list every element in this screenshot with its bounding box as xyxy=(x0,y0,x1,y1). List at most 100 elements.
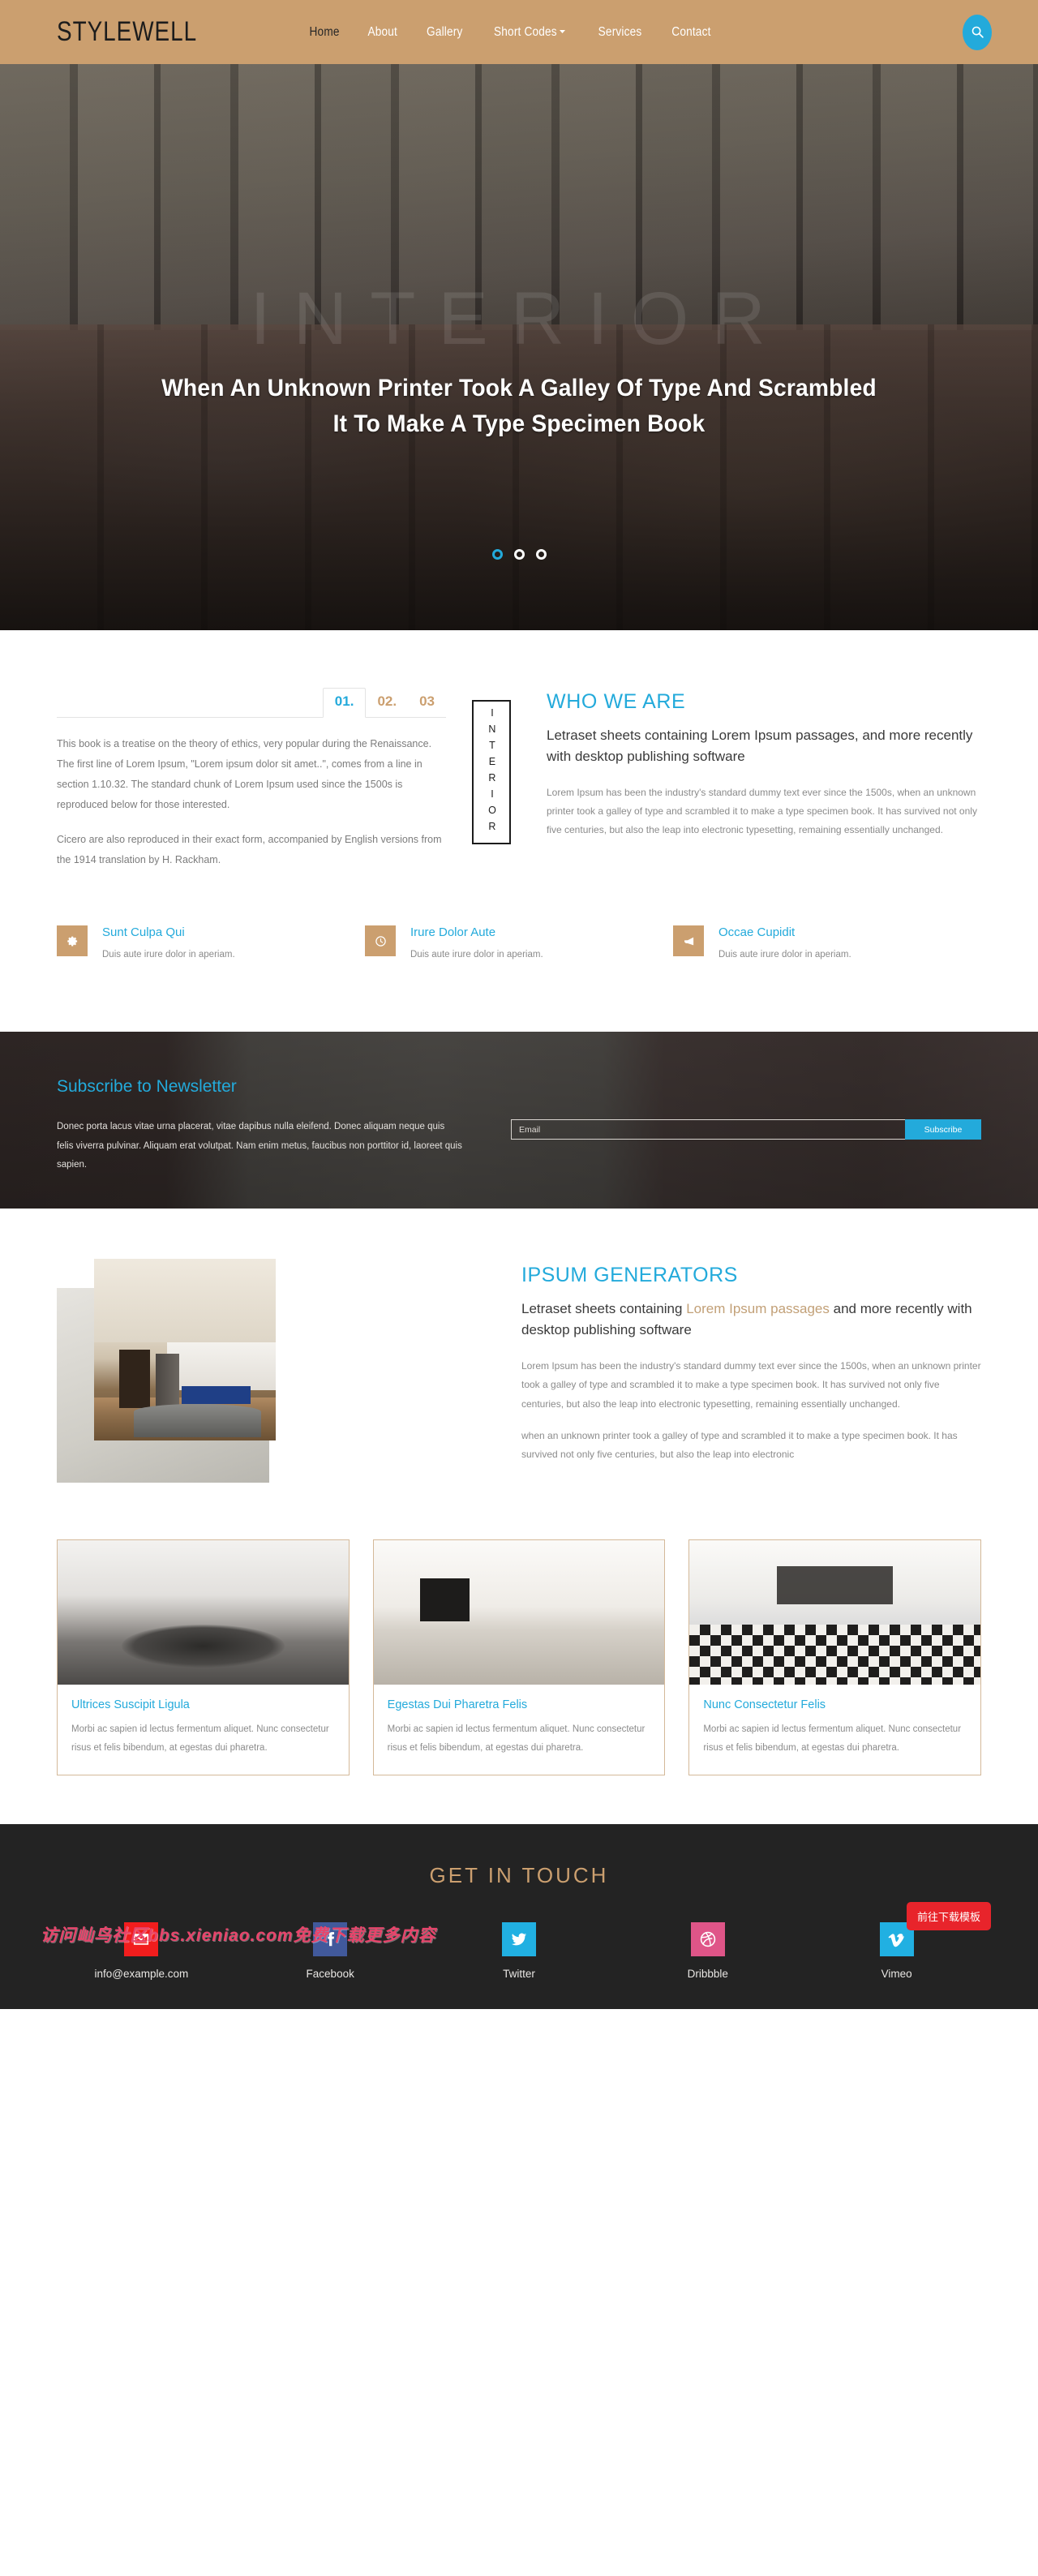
search-button[interactable] xyxy=(963,14,992,50)
gear-icon-tile xyxy=(57,925,88,956)
photo-island xyxy=(134,1404,262,1437)
who-we-are-body: Lorem Ipsum has been the industry's stan… xyxy=(547,786,977,836)
social-links: info@example.com Facebook Twitter Dribbb… xyxy=(0,1922,1038,2009)
newsletter-form-wrap: Subscribe xyxy=(495,1077,981,1175)
newsletter-subscribe-button[interactable]: Subscribe xyxy=(905,1119,981,1140)
photo-doorway xyxy=(119,1350,151,1408)
card-item-3[interactable]: Nunc Consectetur Felis Morbi ac sapien i… xyxy=(688,1539,982,1776)
about-paragraph-1: This book is a treatise on the theory of… xyxy=(57,738,432,810)
about-paragraph-2: Cicero are also reproduced in their exac… xyxy=(57,834,442,865)
nav-item-gallery[interactable]: Gallery xyxy=(427,25,462,40)
cards-section: Ultrices Suscipit Ligula Morbi ac sapien… xyxy=(0,1539,1038,1824)
site-header: STYLEWELL Home About Gallery Short Codes… xyxy=(0,0,1038,64)
site-logo[interactable]: STYLEWELL xyxy=(57,16,197,48)
twitter-icon xyxy=(511,1933,527,1946)
hero-title-line-2: It To Make A Type Specimen Book xyxy=(332,410,706,437)
newsletter-title: Subscribe to Newsletter xyxy=(57,1077,237,1097)
ipsum-image-group xyxy=(57,1259,499,1494)
feature-text-3: Occae Cupidit Duis aute irure dolor in a… xyxy=(718,925,851,964)
download-template-button[interactable]: 前往下载模板 xyxy=(906,1902,991,1931)
nav-item-home[interactable]: Home xyxy=(310,25,340,40)
card-item-2[interactable]: Egestas Dui Pharetra Felis Morbi ac sapi… xyxy=(372,1539,666,1776)
feature-title-1[interactable]: Sunt Culpa Qui xyxy=(102,925,235,939)
who-we-are-title: WHO WE ARE xyxy=(547,690,686,713)
photo-backsplash xyxy=(181,1386,251,1405)
card-title-2[interactable]: Egestas Dui Pharetra Felis xyxy=(388,1698,651,1711)
newsletter-section: Subscribe to Newsletter Donec porta lacu… xyxy=(0,1032,1038,1209)
hero-title-line-1: When An Unknown Printer Took A Galley Of… xyxy=(161,375,877,401)
card-image-1 xyxy=(58,1540,349,1685)
card-desc-2: Morbi ac sapien id lectus fermentum aliq… xyxy=(387,1724,646,1753)
social-link-vimeo[interactable]: Vimeo xyxy=(802,1922,991,1980)
feature-desc-2: Duis aute irure dolor in aperiam. xyxy=(410,950,543,960)
card-title-3[interactable]: Nunc Consectetur Felis xyxy=(703,1698,967,1711)
tab-01[interactable]: 01. xyxy=(322,688,367,718)
social-link-email[interactable]: info@example.com xyxy=(47,1922,236,1980)
page-root: STYLEWELL Home About Gallery Short Codes… xyxy=(0,0,1038,2010)
feature-item-1[interactable]: Sunt Culpa Qui Duis aute irure dolor in … xyxy=(57,925,365,964)
nav-item-about[interactable]: About xyxy=(368,25,398,40)
feature-item-3[interactable]: Occae Cupidit Duis aute irure dolor in a… xyxy=(673,925,981,964)
dribbble-icon-tile xyxy=(690,1922,725,1957)
feature-title-2[interactable]: Irure Dolor Aute xyxy=(410,925,543,939)
facebook-icon xyxy=(328,1932,335,1947)
megaphone-icon xyxy=(684,937,693,945)
social-link-twitter[interactable]: Twitter xyxy=(425,1922,614,1980)
photo-ceiling xyxy=(94,1259,276,1343)
clock-icon-tile xyxy=(365,925,396,956)
hero-background-image xyxy=(0,64,1038,630)
clock-icon xyxy=(375,935,386,947)
carousel-dot-1[interactable] xyxy=(491,549,503,560)
nav-item-short-codes-label: Short Codes xyxy=(494,24,558,39)
newsletter-email-input[interactable] xyxy=(511,1119,905,1140)
megaphone-icon-tile xyxy=(673,925,704,956)
envelope-icon xyxy=(134,1934,149,1945)
ipsum-lead-accent: Lorem Ipsum passages xyxy=(686,1301,830,1317)
newsletter-copy: Subscribe to Newsletter Donec porta lacu… xyxy=(57,1077,495,1175)
social-label-twitter: Twitter xyxy=(503,1968,535,1981)
card-item-1[interactable]: Ultrices Suscipit Ligula Morbi ac sapien… xyxy=(57,1539,350,1776)
search-icon xyxy=(972,26,984,38)
twitter-icon-tile xyxy=(501,1922,536,1957)
feature-item-2[interactable]: Irure Dolor Aute Duis aute irure dolor i… xyxy=(365,925,673,964)
card-title-1[interactable]: Ultrices Suscipit Ligula xyxy=(71,1698,335,1711)
newsletter-form: Subscribe xyxy=(511,1119,981,1140)
social-label-vimeo: Vimeo xyxy=(881,1968,912,1981)
newsletter-content: Subscribe to Newsletter Donec porta lacu… xyxy=(0,1032,1038,1175)
ipsum-lead: Letraset sheets containing Lorem Ipsum p… xyxy=(521,1299,981,1341)
nav-item-short-codes[interactable]: Short Codes xyxy=(494,24,566,40)
social-link-facebook[interactable]: Facebook xyxy=(236,1922,425,1980)
feature-title-3[interactable]: Occae Cupidit xyxy=(718,925,851,939)
dribbble-icon xyxy=(700,1931,715,1947)
footer-title: GET IN TOUCH xyxy=(429,1863,609,1888)
ipsum-front-photo xyxy=(94,1259,276,1441)
tab-03[interactable]: 03 xyxy=(408,689,446,717)
tab-02[interactable]: 02. xyxy=(366,689,408,717)
who-we-are-lead: Letraset sheets containing Lorem Ipsum p… xyxy=(547,728,973,764)
interior-vertical-badge: INTERIOR xyxy=(472,700,511,844)
about-tab-list: 01. 02. 03 xyxy=(57,684,446,718)
feature-desc-3: Duis aute irure dolor in aperiam. xyxy=(718,950,851,960)
ipsum-lead-part-1: Letraset sheets containing xyxy=(521,1301,687,1317)
social-label-facebook: Facebook xyxy=(306,1968,354,1981)
card-image-3 xyxy=(689,1540,981,1685)
card-desc-3: Morbi ac sapien id lectus fermentum aliq… xyxy=(703,1724,962,1753)
card-desc-1: Morbi ac sapien id lectus fermentum aliq… xyxy=(71,1724,329,1753)
card-image-2 xyxy=(373,1540,665,1685)
gear-icon xyxy=(66,936,77,946)
feature-text-1: Sunt Culpa Qui Duis aute irure dolor in … xyxy=(102,925,235,964)
interior-vertical-label: INTERIOR xyxy=(486,707,498,837)
hero-copy: When An Unknown Printer Took A Galley Of… xyxy=(0,371,1038,441)
feature-text-2: Irure Dolor Aute Duis aute irure dolor i… xyxy=(410,925,543,964)
carousel-dots xyxy=(0,549,1038,560)
card-body-1: Ultrices Suscipit Ligula Morbi ac sapien… xyxy=(58,1685,349,1775)
hero-title: When An Unknown Printer Took A Galley Of… xyxy=(100,371,938,441)
site-footer: GET IN TOUCH info@example.com Facebook T… xyxy=(0,1824,1038,2010)
about-tabs-panel: 01. 02. 03 This book is a treatise on th… xyxy=(57,684,462,870)
nav-item-contact[interactable]: Contact xyxy=(671,25,710,40)
vimeo-icon xyxy=(888,1934,904,1947)
social-link-dribbble[interactable]: Dribbble xyxy=(613,1922,802,1980)
carousel-dot-3[interactable] xyxy=(535,549,547,560)
nav-item-services[interactable]: Services xyxy=(598,25,641,40)
carousel-dot-2[interactable] xyxy=(513,549,525,560)
